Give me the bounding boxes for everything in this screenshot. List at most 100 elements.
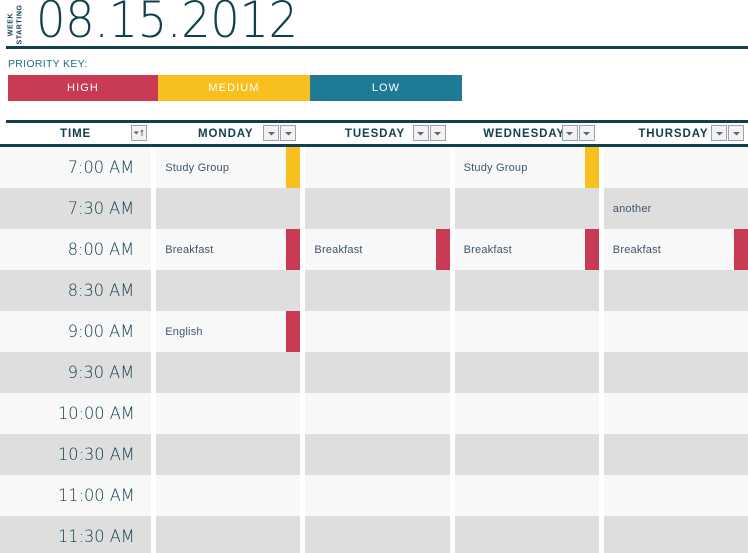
header-divider	[6, 46, 748, 49]
event-cell-monday[interactable]	[156, 188, 301, 229]
priority-band-label: MEDIUM	[208, 82, 260, 94]
week-date-title[interactable]: 08.15.2012	[36, 0, 298, 49]
event-cell-wednesday[interactable]	[454, 393, 599, 434]
chevron-down-icon	[433, 129, 442, 138]
priority-band-low[interactable]: LOW	[310, 75, 462, 101]
event-cell-monday[interactable]	[156, 475, 301, 516]
time-label: 11:30 AM	[57, 526, 135, 547]
column-header-label: WEDNESDAY	[483, 127, 566, 140]
chevron-down-icon	[416, 129, 425, 138]
filter-dropdown-button[interactable]	[728, 125, 744, 141]
event-title: Study Group	[165, 161, 230, 174]
event-cell-wednesday[interactable]: Study Group	[454, 147, 599, 188]
calendar-row: 10:30 AM	[0, 434, 748, 475]
chevron-down-icon	[565, 129, 574, 138]
event-cell-tuesday[interactable]	[305, 311, 450, 352]
event-cell-monday[interactable]: English	[156, 311, 301, 352]
event-cell-monday[interactable]	[156, 270, 301, 311]
week-starting-line1: WEEK	[7, 12, 15, 36]
column-header-monday: MONDAY	[151, 123, 300, 144]
event-cell-tuesday[interactable]: Breakfast	[305, 229, 450, 270]
event-cell-wednesday[interactable]	[454, 270, 599, 311]
priority-indicator-medium	[584, 147, 599, 188]
event-cell-tuesday[interactable]	[305, 434, 450, 475]
chevron-down-icon	[732, 129, 741, 138]
time-label: 8:30 AM	[68, 280, 135, 301]
time-label: 7:00 AM	[68, 157, 135, 178]
filter-dropdown-button[interactable]	[429, 125, 446, 141]
sort-filter-button[interactable]	[131, 125, 148, 141]
event-cell-wednesday[interactable]	[454, 188, 599, 229]
event-cell-thursday[interactable]: another	[603, 188, 748, 229]
event-title: Study Group	[463, 161, 528, 174]
event-cell-monday[interactable]	[156, 352, 301, 393]
chevron-down-icon	[715, 129, 724, 138]
column-header-time: TIME	[0, 123, 151, 144]
event-cell-thursday[interactable]	[603, 352, 748, 393]
event-cell-monday[interactable]	[156, 393, 301, 434]
sort-descending-icon	[133, 128, 145, 138]
event-cell-monday[interactable]	[156, 516, 301, 553]
event-cell-tuesday[interactable]	[305, 188, 450, 229]
event-cell-wednesday[interactable]	[454, 434, 599, 475]
event-cell-wednesday[interactable]	[454, 516, 599, 553]
event-cell-thursday[interactable]	[603, 311, 748, 352]
priority-band-medium[interactable]: MEDIUM	[158, 75, 310, 101]
filter-dropdown-button[interactable]	[412, 125, 429, 141]
time-label: 9:30 AM	[68, 362, 135, 383]
filter-dropdown-button[interactable]	[263, 125, 280, 141]
priority-key-section: PRIORITY KEY: HIGH MEDIUM LOW	[0, 58, 748, 101]
filter-dropdown-button[interactable]	[280, 125, 297, 141]
filter-dropdown-button[interactable]	[711, 125, 727, 141]
time-label-cell: 11:00 AM	[0, 475, 152, 516]
priority-band-high[interactable]: HIGH	[8, 75, 158, 101]
event-cell-thursday[interactable]	[603, 270, 748, 311]
event-title: Breakfast	[463, 243, 512, 256]
priority-indicator-high	[286, 229, 301, 270]
event-cell-thursday[interactable]: Breakfast	[603, 229, 748, 270]
time-label-cell: 9:00 AM	[0, 311, 152, 352]
time-label-cell: 10:30 AM	[0, 434, 152, 475]
column-header-label: TUESDAY	[344, 127, 406, 140]
event-cell-tuesday[interactable]	[305, 352, 450, 393]
calendar-row: 7:00 AM Study Group Study Group	[0, 147, 748, 188]
time-label: 11:00 AM	[57, 485, 135, 506]
event-title: Breakfast	[165, 243, 214, 256]
event-cell-thursday[interactable]	[603, 475, 748, 516]
event-cell-thursday[interactable]	[603, 516, 748, 553]
event-cell-wednesday[interactable]: Breakfast	[454, 229, 599, 270]
event-cell-monday[interactable]: Study Group	[156, 147, 301, 188]
time-label-cell: 7:30 AM	[0, 188, 152, 229]
column-header-row: TIME MONDAY TUESDAY WEDNESDAY THURSDAY	[0, 123, 748, 144]
event-cell-tuesday[interactable]	[305, 516, 450, 553]
event-cell-wednesday[interactable]	[454, 475, 599, 516]
week-starting-line2: STARTING	[16, 3, 23, 44]
event-cell-tuesday[interactable]	[305, 475, 450, 516]
event-cell-wednesday[interactable]	[454, 352, 599, 393]
calendar-body: 7:00 AM Study Group Study Group 7:30 AM anot…	[0, 147, 748, 553]
column-header-label: THURSDAY	[638, 127, 709, 140]
event-cell-thursday[interactable]	[603, 434, 748, 475]
event-cell-tuesday[interactable]	[305, 393, 450, 434]
time-label: 10:30 AM	[57, 444, 135, 465]
priority-key-bands: HIGH MEDIUM LOW	[8, 75, 462, 101]
priority-indicator-medium	[286, 147, 301, 188]
priority-indicator-high	[286, 311, 301, 352]
time-label-cell: 8:30 AM	[0, 270, 152, 311]
filter-dropdown-button[interactable]	[578, 125, 595, 141]
calendar-row: 10:00 AM	[0, 393, 748, 434]
event-cell-tuesday[interactable]	[305, 270, 450, 311]
chevron-down-icon	[582, 129, 591, 138]
event-cell-thursday[interactable]	[603, 147, 748, 188]
event-cell-monday[interactable]: Breakfast	[156, 229, 301, 270]
event-cell-wednesday[interactable]	[454, 311, 599, 352]
priority-key-label: PRIORITY KEY:	[8, 58, 88, 70]
event-cell-thursday[interactable]	[603, 393, 748, 434]
filter-dropdown-button[interactable]	[561, 125, 578, 141]
event-cell-monday[interactable]	[156, 434, 301, 475]
column-header-tuesday: TUESDAY	[300, 123, 449, 144]
event-cell-tuesday[interactable]	[305, 147, 450, 188]
time-label: 7:30 AM	[68, 198, 135, 219]
calendar-row: 11:30 AM	[0, 516, 748, 553]
priority-indicator-high	[435, 229, 450, 270]
